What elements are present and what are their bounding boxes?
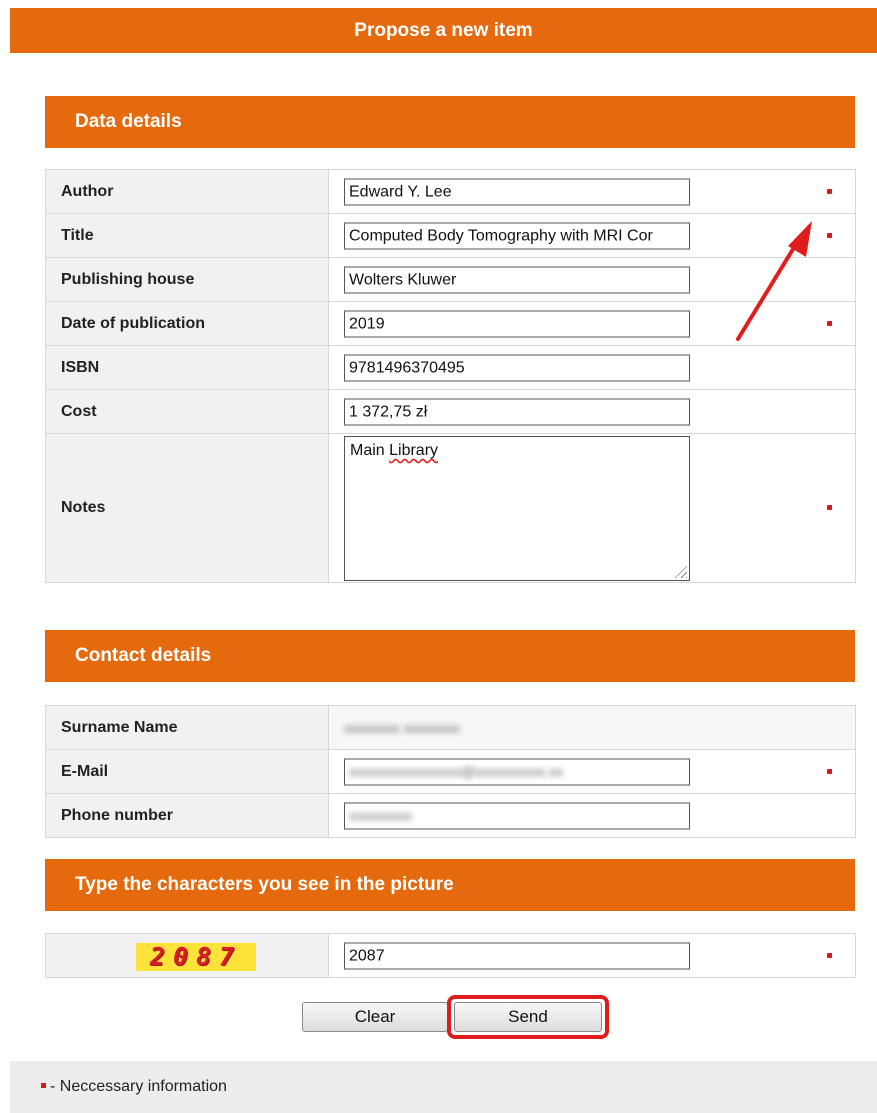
cost-label: Cost bbox=[45, 389, 329, 434]
notes-misspelled-word: Library bbox=[389, 442, 439, 459]
notes-row: Notes Main Library bbox=[45, 433, 856, 583]
name-row: Surname Name xxxxxxxx xxxxxxxx bbox=[45, 705, 856, 750]
author-row: Author Edward Y. Lee bbox=[45, 169, 856, 214]
required-marker-icon bbox=[827, 768, 832, 774]
resize-handle-icon[interactable] bbox=[673, 564, 687, 578]
publisher-label: Publishing house bbox=[45, 257, 329, 302]
send-highlight-annotation bbox=[447, 995, 609, 1039]
author-input[interactable]: Edward Y. Lee bbox=[344, 178, 690, 205]
required-marker-icon bbox=[827, 952, 832, 958]
required-marker-icon bbox=[827, 505, 832, 510]
isbn-label: ISBN bbox=[45, 345, 329, 390]
required-legend: - Neccessary information bbox=[50, 1078, 227, 1095]
required-marker-icon bbox=[41, 1083, 46, 1088]
date-label: Date of publication bbox=[45, 301, 329, 346]
email-input[interactable]: xxxxxxxxxxxxxxxx@xxxxxxxxxx.xx bbox=[344, 758, 690, 785]
publisher-input[interactable]: Wolters Kluwer bbox=[344, 266, 690, 293]
phone-label: Phone number bbox=[45, 793, 329, 838]
author-label: Author bbox=[45, 169, 329, 214]
phone-row: Phone number xxxxxxxxx bbox=[45, 793, 856, 838]
captcha-input[interactable]: 2087 bbox=[344, 942, 690, 969]
required-marker-icon bbox=[827, 232, 832, 238]
required-marker-icon bbox=[827, 188, 832, 194]
captcha-table: 2087 2087 bbox=[45, 933, 856, 978]
email-row: E-Mail xxxxxxxxxxxxxxxx@xxxxxxxxxx.xx bbox=[45, 749, 856, 794]
captcha-image-cell: 2087 bbox=[45, 933, 329, 978]
notes-textarea[interactable]: Main Library bbox=[344, 436, 690, 581]
page-title: Propose a new item bbox=[10, 8, 877, 53]
contact-details-header: Contact details bbox=[45, 630, 855, 682]
form-page: Propose a new item Data details Author E… bbox=[10, 8, 877, 1113]
data-details-header: Data details bbox=[45, 96, 855, 148]
captcha-header: Type the characters you see in the pictu… bbox=[45, 859, 855, 911]
cost-row: Cost 1 372,75 zł bbox=[45, 389, 856, 434]
email-value: xxxxxxxxxxxxxxxx@xxxxxxxxxx.xx bbox=[349, 763, 564, 779]
red-arrow-annotation-icon bbox=[736, 221, 812, 341]
notes-label: Notes bbox=[45, 433, 329, 583]
title-input[interactable]: Computed Body Tomography with MRI Cor bbox=[344, 222, 690, 249]
cost-input[interactable]: 1 372,75 zł bbox=[344, 398, 690, 425]
contact-details-table: Surname Name xxxxxxxx xxxxxxxx E-Mail xx… bbox=[45, 705, 856, 838]
isbn-row: ISBN 9781496370495 bbox=[45, 345, 856, 390]
date-input[interactable]: 2019 bbox=[344, 310, 690, 337]
title-label: Title bbox=[45, 213, 329, 258]
email-label: E-Mail bbox=[45, 749, 329, 794]
name-value: xxxxxxxx xxxxxxxx bbox=[344, 719, 460, 736]
phone-input[interactable]: xxxxxxxxx bbox=[344, 802, 690, 829]
captcha-row: 2087 2087 bbox=[45, 933, 856, 978]
captcha-image: 2087 bbox=[136, 943, 256, 971]
notes-text: Main bbox=[350, 442, 390, 459]
required-marker-icon bbox=[827, 320, 832, 326]
name-label: Surname Name bbox=[45, 705, 329, 750]
footer: - Neccessary information bbox=[10, 1061, 877, 1113]
isbn-input[interactable]: 9781496370495 bbox=[344, 354, 690, 381]
phone-value: xxxxxxxxx bbox=[349, 807, 412, 823]
clear-button[interactable]: Clear bbox=[302, 1002, 448, 1032]
